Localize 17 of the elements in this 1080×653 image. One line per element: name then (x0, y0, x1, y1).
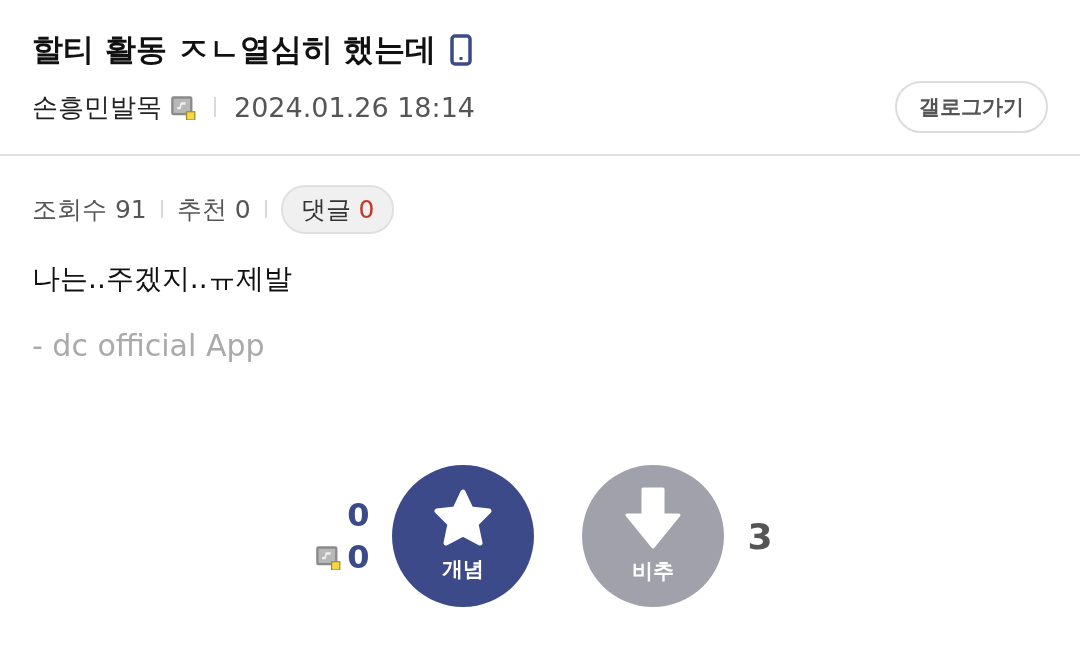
post-title: 할티 활동 ㅈㄴ열심히 했는데 (32, 30, 437, 69)
author-name[interactable]: 손흥민발목 (32, 89, 162, 125)
app-signature: - dc official App (32, 328, 266, 363)
user-badge-icon (170, 94, 196, 120)
recommend-count: 추천 0 (176, 193, 251, 226)
view-count: 조회수 91 (32, 193, 147, 226)
post-body: 나는..주겠지..ㅠ제발 (32, 261, 293, 297)
user-badge-icon (315, 544, 342, 570)
upvote-count: 0 (347, 496, 370, 534)
upvote-button[interactable]: 개념 (391, 465, 534, 607)
post-date: 2024.01.26 18:14 (234, 91, 475, 123)
star-icon (432, 489, 493, 547)
comment-button[interactable]: 댓글 0 (280, 184, 395, 234)
fixed-upvote-count: 0 (347, 538, 370, 576)
gallog-button[interactable]: 갤로그가기 (895, 81, 1048, 133)
downvote-count: 3 (747, 515, 773, 557)
mobile-icon (450, 34, 473, 66)
